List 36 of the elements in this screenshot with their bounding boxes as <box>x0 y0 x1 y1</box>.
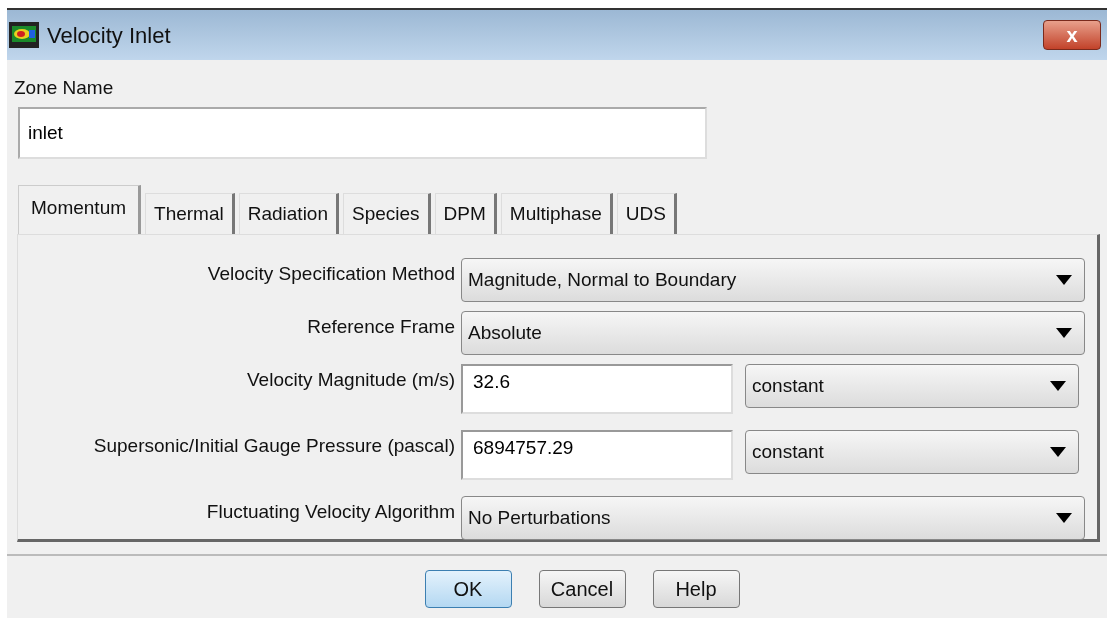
caret-icon <box>1050 381 1066 391</box>
tab[interactable]: Radiation <box>238 192 339 234</box>
dropdown-value: No Perturbations <box>468 505 611 530</box>
field-label: Reference Frame <box>306 315 456 339</box>
dialog-button[interactable]: Help <box>652 570 740 608</box>
caret-icon <box>1056 275 1072 285</box>
dropdown[interactable]: constant <box>745 430 1079 474</box>
caret-icon <box>1056 328 1072 338</box>
field-label: Velocity Magnitude (m/s) <box>245 368 456 392</box>
app-icon <box>9 22 39 48</box>
dialog-button[interactable]: Cancel <box>538 570 626 608</box>
dropdown-value: Absolute <box>468 320 542 345</box>
dropdown-value: constant <box>752 439 824 464</box>
tab[interactable]: Species <box>343 192 431 234</box>
field-label: Fluctuating Velocity Algorithm <box>205 500 456 524</box>
tab[interactable]: DPM <box>434 192 497 234</box>
tab[interactable]: Momentum <box>18 184 142 234</box>
dropdown-value: Magnitude, Normal to Boundary <box>468 267 737 292</box>
dialog-button[interactable]: OK <box>424 570 512 608</box>
field-label: Zone Name <box>14 76 115 100</box>
dropdown[interactable]: Absolute <box>461 311 1085 355</box>
window-title: Velocity Inlet <box>47 21 171 50</box>
tab[interactable]: Thermal <box>145 192 235 234</box>
dropdown[interactable]: No Perturbations <box>461 496 1085 540</box>
dropdown[interactable]: Magnitude, Normal to Boundary <box>461 258 1085 302</box>
tab[interactable]: UDS <box>616 192 677 234</box>
tab[interactable]: Multiphase <box>500 192 613 234</box>
field-label: Supersonic/Initial Gauge Pressure (pascal) <box>92 434 456 458</box>
input-field[interactable]: 6894757.29 <box>461 430 733 480</box>
input-field[interactable]: 32.6 <box>461 364 733 414</box>
caret-icon <box>1056 513 1072 523</box>
dropdown-value: constant <box>752 373 824 398</box>
dropdown[interactable]: constant <box>745 364 1079 408</box>
input-field[interactable]: inlet <box>18 106 707 159</box>
field-label: Velocity Specification Method <box>206 262 456 286</box>
caret-icon <box>1050 447 1066 457</box>
